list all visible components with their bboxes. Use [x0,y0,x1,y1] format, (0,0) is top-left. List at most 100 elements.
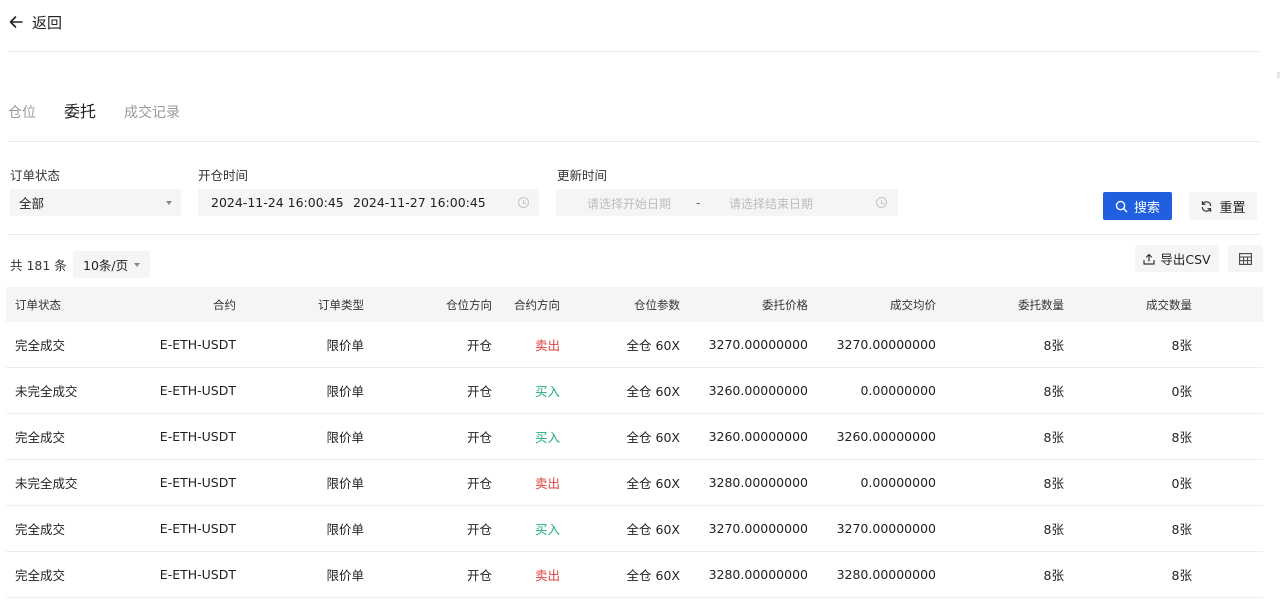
open-time-range-picker[interactable]: 2024-11-24 16:00:45 - 2024-11-27 16:00:4… [198,189,539,216]
cell-status: 完全成交 [15,430,66,445]
tab-bar: 仓位 委托 成交记录 [8,100,180,125]
col-header-status: 订单状态 [15,297,61,312]
tabs-divider [8,141,1260,142]
cell-params: 全仓 60X [626,476,680,491]
cell-position-side: 开仓 [466,568,492,583]
cell-filled-qty: 8张 [1171,522,1192,537]
reset-button-label: 重置 [1219,200,1246,216]
cell-qty: 8张 [1043,522,1064,537]
cell-contract: E-ETH-USDT [159,337,236,352]
open-time-start[interactable]: 2024-11-24 16:00:45 [211,195,344,210]
update-time-start-input[interactable]: 请选择开始日期 [587,195,671,212]
col-header-position-side: 仓位方向 [446,297,492,312]
column-settings-button[interactable] [1228,245,1263,272]
col-header-contract: 合约 [213,297,236,312]
table-row: 未完全成交 E-ETH-USDT 限价单 开仓 买入 全仓 60X 3260.0000000… [6,368,1263,414]
cell-order-type: 限价单 [326,430,364,445]
filter-divider [8,234,1260,235]
cell-position-side: 开仓 [466,476,492,491]
cell-contract: E-ETH-USDT [159,429,236,444]
cell-position-side: 开仓 [466,522,492,537]
cell-contract: E-ETH-USDT [159,383,236,398]
update-time-range-picker[interactable]: 请选择开始日期 - 请选择结束日期 [556,189,898,216]
cell-side: 卖出 [534,338,560,353]
cell-price: 3270.00000000 [708,521,808,536]
reset-button[interactable]: 重置 [1189,192,1257,220]
order-status-label: 订单状态 [10,168,61,183]
export-icon [1143,253,1155,265]
caret-down-icon [166,200,172,205]
order-status-value: 全部 [19,196,45,211]
cell-qty: 8张 [1043,476,1064,491]
cell-filled-qty: 8张 [1171,338,1192,353]
range-separator: - [696,195,701,210]
cell-position-side: 开仓 [466,430,492,445]
cell-status: 完全成交 [15,338,66,353]
cell-filled-qty: 8张 [1171,568,1192,583]
cell-price: 3270.00000000 [708,337,808,352]
search-button[interactable]: 搜索 [1103,192,1172,220]
cell-params: 全仓 60X [626,568,680,583]
cell-filled-qty: 0张 [1171,384,1192,399]
cell-price: 3280.00000000 [708,475,808,490]
cell-status: 未完全成交 [15,384,78,399]
update-time-end-input[interactable]: 请选择结束日期 [729,195,813,212]
order-status-select[interactable]: 全部 [10,189,181,216]
open-time-label: 开仓时间 [198,168,249,183]
caret-down-icon [134,262,140,267]
cell-price: 3260.00000000 [708,383,808,398]
update-time-label: 更新时间 [557,168,608,183]
cell-avg-price: 0.00000000 [860,383,936,398]
header-divider [8,51,1260,52]
cell-avg-price: 3260.00000000 [836,429,936,444]
table-header: 订单状态 合约 订单类型 仓位方向 合约方向 仓位参数 委托价格 成交均价 委托… [6,287,1263,322]
cell-qty: 8张 [1043,338,1064,353]
back-button[interactable]: 返回 [8,10,62,34]
cell-status: 未完全成交 [15,476,78,491]
search-button-label: 搜索 [1133,200,1160,216]
tab-orders[interactable]: 委托 [64,100,96,124]
cell-price: 3280.00000000 [708,567,808,582]
cell-params: 全仓 60X [626,430,680,445]
cell-qty: 8张 [1043,384,1064,399]
cell-avg-price: 0.00000000 [860,475,936,490]
cell-price: 3260.00000000 [708,429,808,444]
orders-table: 订单状态 合约 订单类型 仓位方向 合约方向 仓位参数 委托价格 成交均价 委托… [6,287,1263,598]
cell-contract: E-ETH-USDT [159,521,236,536]
col-header-params: 仓位参数 [634,297,680,312]
table-row: 未完全成交 E-ETH-USDT 限价单 开仓 卖出 全仓 60X 3280.0000000… [6,460,1263,506]
cell-order-type: 限价单 [326,568,364,583]
cell-status: 完全成交 [15,568,66,583]
tab-positions[interactable]: 仓位 [8,101,36,125]
cell-side: 买入 [534,430,560,445]
cell-side: 卖出 [534,476,560,491]
export-csv-button[interactable]: 导出CSV [1135,245,1219,272]
cell-avg-price: 3270.00000000 [836,521,936,536]
page-size-select[interactable]: 10条/页 [73,251,150,278]
cell-order-type: 限价单 [326,476,364,491]
table-body: 完全成交 E-ETH-USDT 限价单 开仓 卖出 全仓 60X 3270.00000000… [6,322,1263,598]
cell-qty: 8张 [1043,430,1064,445]
table-row: 完全成交 E-ETH-USDT 限价单 开仓 卖出 全仓 60X 3270.00000000… [6,322,1263,368]
cell-status: 完全成交 [15,522,66,537]
cell-contract: E-ETH-USDT [159,475,236,490]
cell-params: 全仓 60X [626,384,680,399]
clock-icon [518,197,529,208]
cell-qty: 8张 [1043,568,1064,583]
range-separator: - [338,195,343,210]
cell-filled-qty: 0张 [1171,476,1192,491]
cell-filled-qty: 8张 [1171,430,1192,445]
table-row: 完全成交 E-ETH-USDT 限价单 开仓 买入 全仓 60X 3260.00000000… [6,414,1263,460]
table-row: 完全成交 E-ETH-USDT 限价单 开仓 卖出 全仓 60X 3280.00000000… [6,552,1263,598]
col-header-side: 合约方向 [514,297,560,312]
cell-side: 买入 [534,384,560,399]
open-time-end[interactable]: 2024-11-27 16:00:45 [353,195,486,210]
search-icon [1115,200,1128,212]
total-count: 共 181 条 [10,258,67,273]
cell-contract: E-ETH-USDT [159,567,236,582]
tab-trade-history[interactable]: 成交记录 [124,101,180,125]
table-row: 完全成交 E-ETH-USDT 限价单 开仓 买入 全仓 60X 3270.00000000… [6,506,1263,552]
cell-params: 全仓 60X [626,522,680,537]
cell-avg-price: 3280.00000000 [836,567,936,582]
cell-order-type: 限价单 [326,384,364,399]
